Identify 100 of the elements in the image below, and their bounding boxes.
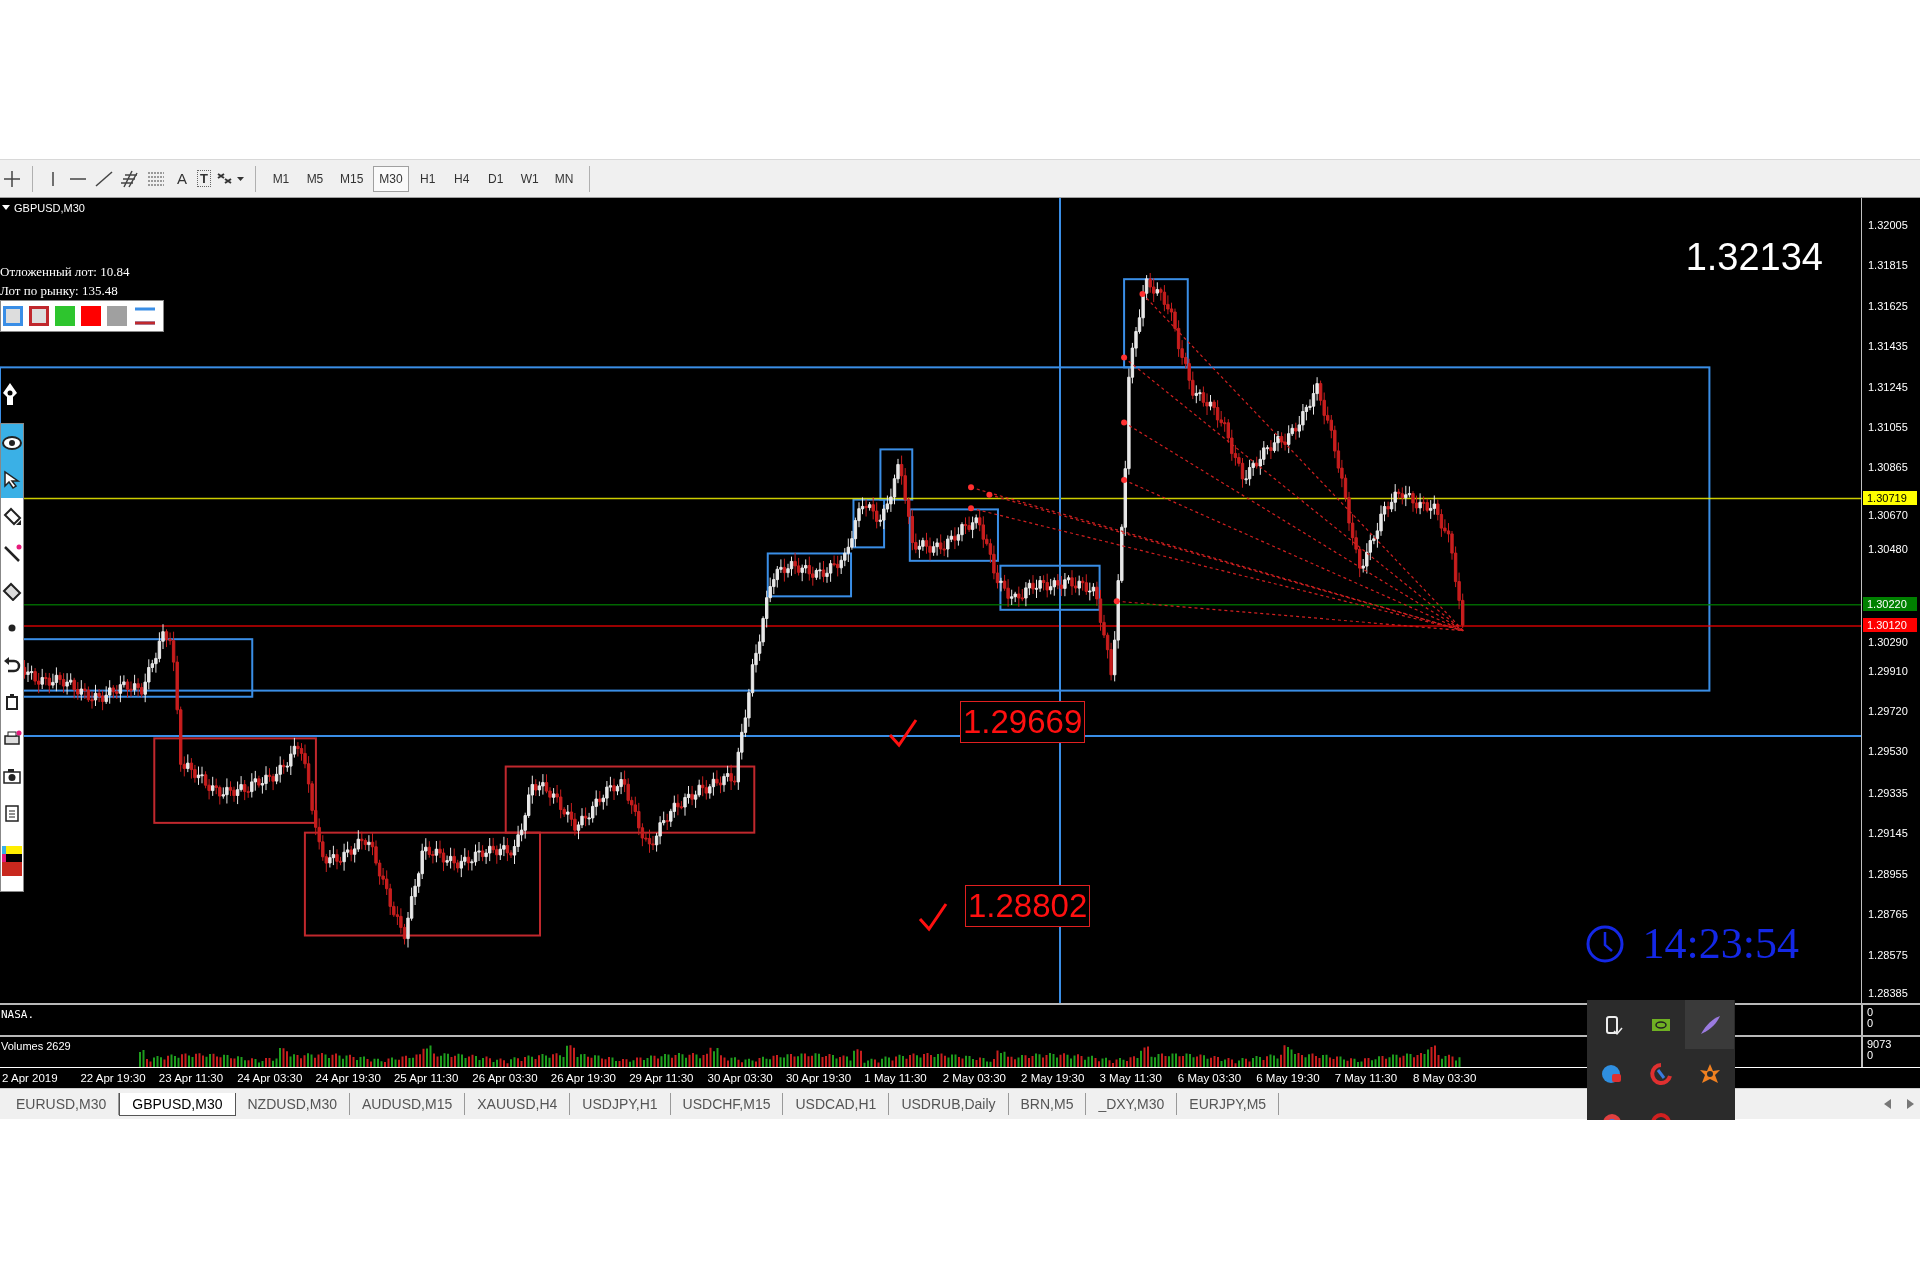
timeframe-button[interactable]: M5 bbox=[299, 165, 330, 192]
text-tool[interactable]: A bbox=[171, 170, 193, 187]
price-label: 1.29669 bbox=[960, 700, 1086, 743]
check-icon bbox=[918, 903, 948, 932]
label-tool[interactable]: T bbox=[197, 170, 211, 187]
timeframe-button[interactable]: M1 bbox=[265, 165, 296, 192]
lot-text: Отложенный лот: 10.84 bbox=[0, 264, 130, 280]
timeframe-button[interactable]: M15 bbox=[333, 165, 370, 192]
trendline-icon[interactable] bbox=[93, 168, 115, 189]
tool-button[interactable] bbox=[1, 461, 23, 498]
time-label: 1 May 11:30 bbox=[864, 1072, 928, 1084]
timeframe-button[interactable]: D1 bbox=[480, 165, 511, 192]
palette-icon bbox=[2, 846, 22, 876]
timeframe-button[interactable]: H4 bbox=[446, 165, 477, 192]
time-label: 2 May 19:30 bbox=[1021, 1072, 1086, 1084]
timeframe-button[interactable]: W1 bbox=[514, 165, 545, 192]
price-tick: 1.31055 bbox=[1868, 420, 1908, 435]
time-label: 25 Apr 11:30 bbox=[393, 1072, 460, 1084]
price-tick: 1.32005 bbox=[1868, 218, 1908, 232]
chart-tab[interactable]: USDJPY,H1 bbox=[570, 1093, 671, 1115]
scroll-left-icon[interactable] bbox=[1884, 1099, 1892, 1109]
time-label: 26 Apr 19:30 bbox=[550, 1072, 617, 1084]
chart-tab[interactable]: GBPUSD,M30 bbox=[119, 1092, 236, 1116]
axis-value: 9073 bbox=[1867, 1039, 1893, 1050]
timeframe-button[interactable]: H1 bbox=[412, 165, 443, 192]
price-badge: 1.30120 bbox=[1863, 617, 1917, 632]
price-badge: 1.30719 bbox=[1863, 490, 1917, 505]
channel-icon[interactable] bbox=[119, 168, 141, 189]
chart-tab[interactable]: USDCAD,H1 bbox=[783, 1093, 890, 1115]
dropdown-icon[interactable] bbox=[2, 205, 10, 211]
price-tick: 1.29335 bbox=[1868, 785, 1908, 800]
pen-icon[interactable] bbox=[0, 381, 20, 407]
line-style-icon[interactable] bbox=[133, 305, 157, 327]
price-badge: 1.30220 bbox=[1863, 596, 1917, 611]
price-tick: 1.30670 bbox=[1868, 507, 1908, 522]
time-label: 30 Apr 03:30 bbox=[707, 1072, 774, 1084]
timeframe-button[interactable]: M30 bbox=[373, 165, 409, 192]
check-icon bbox=[888, 719, 918, 748]
dot-icon bbox=[8, 623, 16, 632]
time-label: 2 May 03:30 bbox=[942, 1072, 1007, 1084]
line-icon bbox=[2, 543, 22, 564]
crosshair-icon[interactable] bbox=[2, 168, 22, 189]
time-label: 30 Apr 19:30 bbox=[785, 1072, 853, 1084]
chart-tab[interactable]: AUDUSD,M15 bbox=[349, 1093, 466, 1115]
cursor-icon bbox=[2, 469, 22, 490]
time-label: 7 May 11:30 bbox=[1334, 1072, 1399, 1084]
price-tick: 1.29720 bbox=[1868, 704, 1908, 719]
time-label: 2 Apr 2019 bbox=[2, 1072, 59, 1084]
price-tick: 1.30480 bbox=[1868, 542, 1908, 557]
volumes-label: Volumes 2629 bbox=[0, 1039, 72, 1052]
tool-button[interactable] bbox=[1, 424, 23, 461]
price-tick: 1.30865 bbox=[1868, 460, 1908, 475]
scroll-right-icon[interactable] bbox=[1906, 1099, 1914, 1109]
time-label: 29 Apr 11:30 bbox=[629, 1072, 695, 1084]
chart-tab[interactable]: USDRUB,Daily bbox=[889, 1093, 1009, 1115]
time-label: 6 May 19:30 bbox=[1256, 1072, 1321, 1084]
color-swatch[interactable] bbox=[55, 306, 75, 326]
price-tick: 1.31815 bbox=[1868, 258, 1908, 273]
undo-icon bbox=[2, 654, 22, 675]
price-tick: 1.28385 bbox=[1868, 986, 1908, 1000]
color-swatch[interactable] bbox=[81, 306, 101, 326]
time-label: 6 May 03:30 bbox=[1177, 1072, 1243, 1084]
time-label: 3 May 11:30 bbox=[1099, 1072, 1163, 1084]
axis-value: 0 bbox=[1867, 1007, 1875, 1018]
price-tick: 1.29145 bbox=[1868, 826, 1908, 841]
chart-tab[interactable]: NZDUSD,M30 bbox=[235, 1093, 350, 1115]
timeframe-button[interactable]: MN bbox=[548, 165, 580, 192]
chart-tab[interactable]: USDCHF,M15 bbox=[670, 1093, 784, 1115]
indicator-label: NASA. bbox=[0, 1007, 36, 1021]
price-label: 1.28802 bbox=[965, 885, 1091, 928]
current-price: 1.32134 bbox=[1685, 236, 1823, 279]
clock-icon bbox=[1584, 923, 1625, 964]
time-label: 23 Apr 11:30 bbox=[158, 1072, 225, 1084]
axis-value: 0 bbox=[1867, 1050, 1875, 1061]
price-tick: 1.31625 bbox=[1868, 298, 1908, 313]
price-tick: 1.28955 bbox=[1868, 866, 1908, 881]
chart-tab[interactable]: EURJPY,M5 bbox=[1177, 1093, 1280, 1115]
price-tick: 1.30290 bbox=[1868, 634, 1908, 649]
chart-tab[interactable]: BRN,M5 bbox=[1008, 1093, 1087, 1115]
pencil-icon bbox=[2, 506, 22, 527]
color-swatch[interactable] bbox=[107, 306, 127, 326]
price-tick: 1.29910 bbox=[1868, 663, 1908, 678]
color-swatch[interactable] bbox=[29, 306, 49, 326]
cleaner-icon bbox=[1648, 1061, 1673, 1086]
time-label: 24 Apr 03:30 bbox=[237, 1072, 304, 1084]
price-tick: 1.31435 bbox=[1868, 339, 1908, 354]
time-label: 24 Apr 19:30 bbox=[315, 1072, 382, 1084]
price-tick: 1.29530 bbox=[1868, 744, 1908, 759]
chart-tab[interactable]: _DXY,M30 bbox=[1086, 1093, 1178, 1115]
price-tick: 1.28765 bbox=[1868, 907, 1908, 922]
price-tick: 1.31245 bbox=[1868, 379, 1908, 394]
color-swatch[interactable] bbox=[3, 306, 23, 326]
chart-title: GBPUSD,M30 bbox=[14, 202, 85, 214]
lot-text: Лот по рынку: 135.48 bbox=[0, 283, 118, 299]
chart-tab[interactable]: XAUUSD,H4 bbox=[465, 1093, 571, 1115]
time-label: 8 May 03:30 bbox=[1413, 1072, 1478, 1084]
axis-value: 0 bbox=[1867, 1018, 1875, 1029]
time-label: 22 Apr 19:30 bbox=[80, 1072, 147, 1084]
time-label: 26 Apr 03:30 bbox=[472, 1072, 539, 1084]
clipboard-icon bbox=[2, 802, 22, 823]
